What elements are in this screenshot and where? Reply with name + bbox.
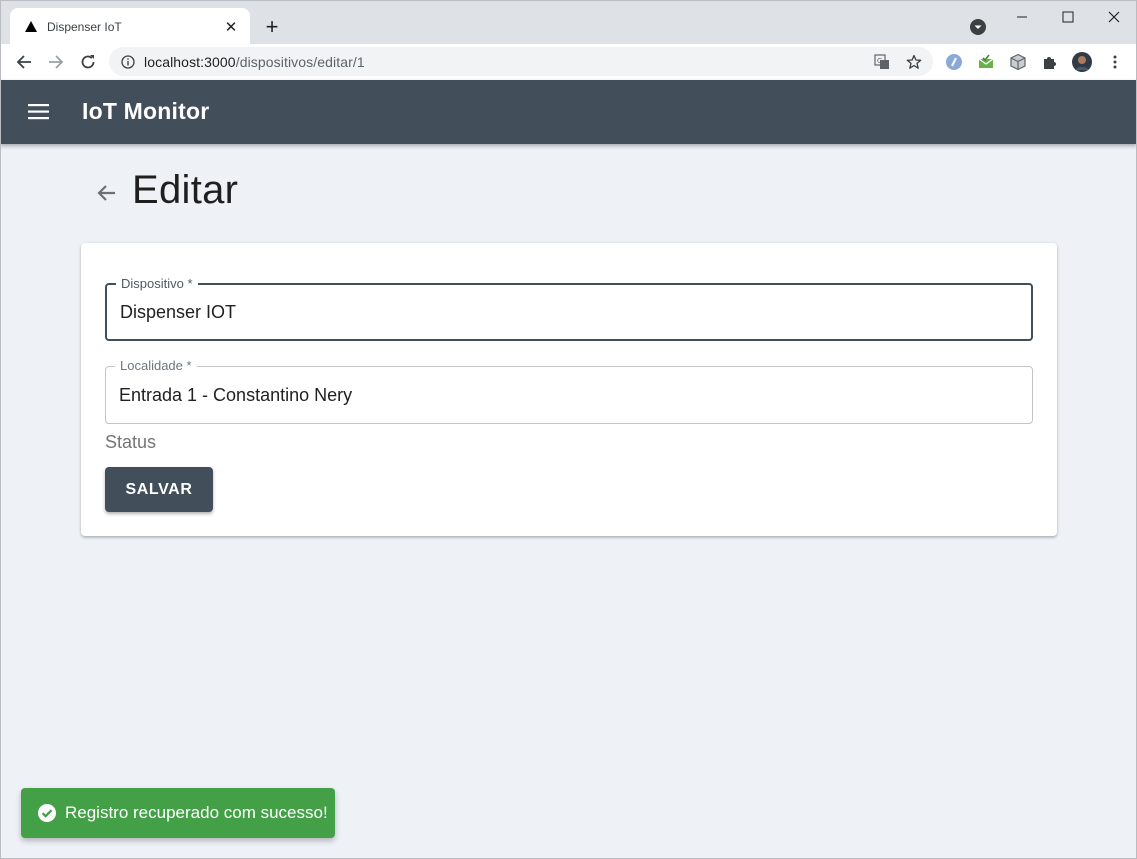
back-icon[interactable] [11,49,37,75]
dispositivo-label: Dispositivo * [116,276,198,291]
extensions-puzzle-icon[interactable] [1040,52,1060,72]
url-path: /dispositivos/editar/1 [235,53,365,70]
dispositivo-input[interactable] [120,302,1000,323]
browser-tabstrip: Dispenser IoT ✕ + [0,0,1137,45]
site-info-icon[interactable] [121,54,135,69]
check-circle-icon [38,804,56,822]
triangle-favicon-icon [24,20,38,34]
browser-toolbar: localhost:3000/dispositivos/editar/1 G [0,44,1137,80]
url-host: localhost:3000 [144,53,236,70]
back-arrow-icon[interactable] [93,180,119,206]
close-tab-icon[interactable]: ✕ [222,18,240,36]
reload-icon[interactable] [75,49,101,75]
maximize-icon[interactable] [1055,7,1081,27]
app-title: IoT Monitor [82,98,210,124]
success-snackbar: Registro recuperado com sucesso! [21,788,335,838]
app-bar: IoT Monitor [0,80,1137,144]
tab-search-icon[interactable] [969,18,987,36]
close-window-icon[interactable] [1101,7,1127,27]
url-text: localhost:3000/dispositivos/editar/1 [144,54,365,70]
dispositivo-field[interactable]: Dispositivo * [105,276,1033,341]
extension-mail-icon[interactable] [976,52,996,72]
bookmark-star-icon[interactable] [905,53,923,71]
localidade-input[interactable] [119,385,999,406]
extension-blue-icon[interactable] [944,52,964,72]
minimize-icon[interactable] [1009,7,1035,27]
form-card: Dispositivo * Localidade * Status SALVAR [81,243,1057,536]
profile-avatar[interactable] [1072,52,1092,72]
localidade-label: Localidade * [115,358,197,373]
page-title: Editar [132,168,239,212]
translate-icon[interactable]: G [873,53,891,71]
status-label: Status [105,432,157,452]
extension-cube-icon[interactable] [1008,52,1028,72]
tab-title: Dispenser IoT [47,19,122,34]
localidade-field[interactable]: Localidade * [105,358,1033,424]
browser-menu-icon[interactable] [1105,52,1125,72]
menu-icon[interactable] [27,102,51,122]
forward-icon[interactable] [43,49,69,75]
new-tab-icon[interactable]: + [260,15,284,39]
save-button[interactable]: SALVAR [105,467,213,512]
snackbar-message: Registro recuperado com sucesso! [65,803,328,822]
browser-tab[interactable]: Dispenser IoT ✕ [10,8,250,45]
address-bar[interactable]: localhost:3000/dispositivos/editar/1 G [109,47,933,76]
svg-text:G: G [877,57,882,65]
